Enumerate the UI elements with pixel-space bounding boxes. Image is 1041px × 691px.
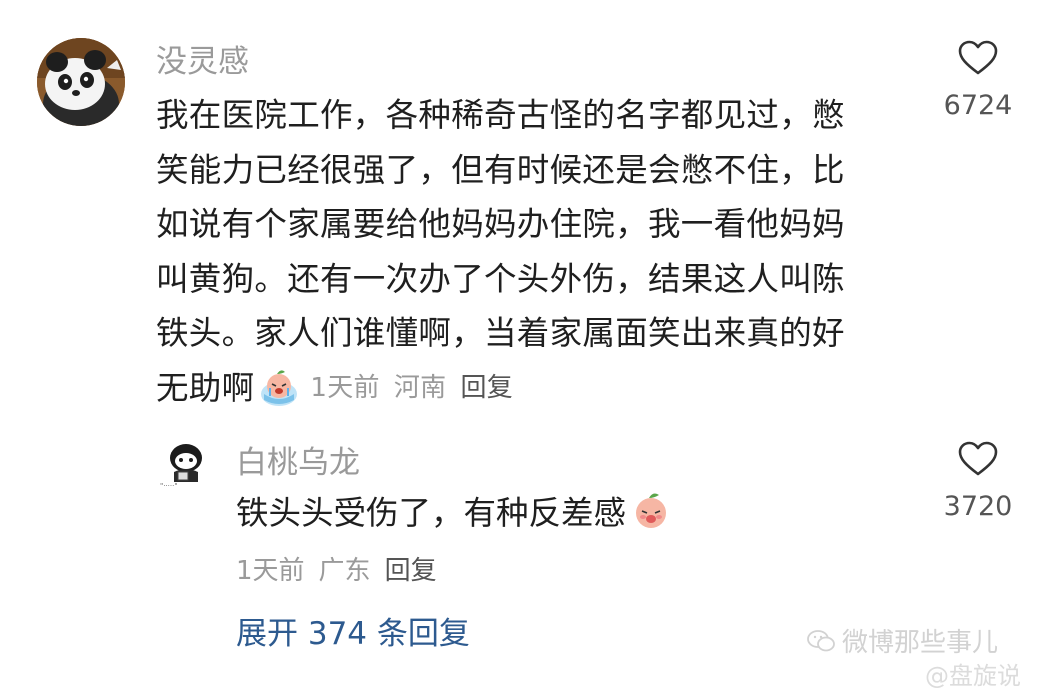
comment-meta: 1天前 广东 回复 — [236, 550, 437, 587]
reply-text: 铁头头受伤了，有种反差感 — [236, 494, 627, 532]
peach-tongue-emoji-icon — [630, 491, 672, 531]
crying-peach-emoji-icon — [258, 368, 300, 408]
panda-avatar-icon — [37, 38, 125, 126]
reply-body: 铁头头受伤了，有种反差感 — [236, 487, 672, 534]
wechat-icon — [807, 629, 835, 651]
comment-thread: 没灵感 我在医院工作，各种稀奇古怪的名字都见过，憋 笑能力已经很强了，但有时候还… — [0, 0, 1041, 691]
comment-last-line: 无助啊 1天前 河南 回复 — [156, 361, 896, 416]
like-count: 6724 — [943, 90, 1013, 121]
avatar-caption: "·····" — [160, 482, 178, 490]
comment-line: 叫黄狗。还有一次办了个头外伤，结果这人叫陈 — [156, 259, 845, 298]
username[interactable]: 白桃乌龙 — [236, 437, 360, 482]
like-button[interactable]: 6724 — [933, 40, 1023, 121]
reply-button[interactable]: 回复 — [385, 550, 437, 587]
username[interactable]: 没灵感 — [156, 36, 249, 81]
comment-body: 我在医院工作，各种稀奇古怪的名字都见过，憋 笑能力已经很强了，但有时候还是会憋不… — [156, 88, 896, 415]
comment-line: 我在医院工作，各种稀奇古怪的名字都见过，憋 — [156, 96, 845, 134]
watermark-sub: @盘旋说 — [925, 662, 1021, 690]
avatar[interactable] — [37, 38, 125, 126]
comment-line: 笑能力已经很强了，但有时候还是会憋不住，比 — [156, 150, 845, 189]
heart-outline-icon[interactable] — [958, 441, 998, 477]
like-count: 3720 — [943, 491, 1013, 522]
comment-meta: 1天前 河南 回复 — [310, 361, 513, 416]
comment-line: 铁头。家人们谁懂啊，当着家属面笑出来真的好 — [156, 314, 845, 352]
timestamp: 1天前 — [236, 556, 305, 586]
watermark: 微博那些事儿 — [806, 622, 998, 659]
comment-line: 无助啊 — [156, 368, 255, 407]
comment-line: 如说有个家属要给他妈妈办住院，我一看他妈妈 — [156, 205, 845, 243]
like-button[interactable]: 3720 — [933, 441, 1023, 522]
reply-button[interactable]: 回复 — [460, 361, 513, 416]
watermark-text: 微博那些事儿 — [842, 628, 999, 658]
location: 广东 — [318, 556, 371, 586]
expand-replies-link[interactable]: 展开 374 条回复 — [236, 608, 470, 653]
timestamp: 1天前 — [310, 372, 380, 403]
heart-outline-icon[interactable] — [958, 40, 998, 76]
location: 河南 — [393, 372, 447, 403]
